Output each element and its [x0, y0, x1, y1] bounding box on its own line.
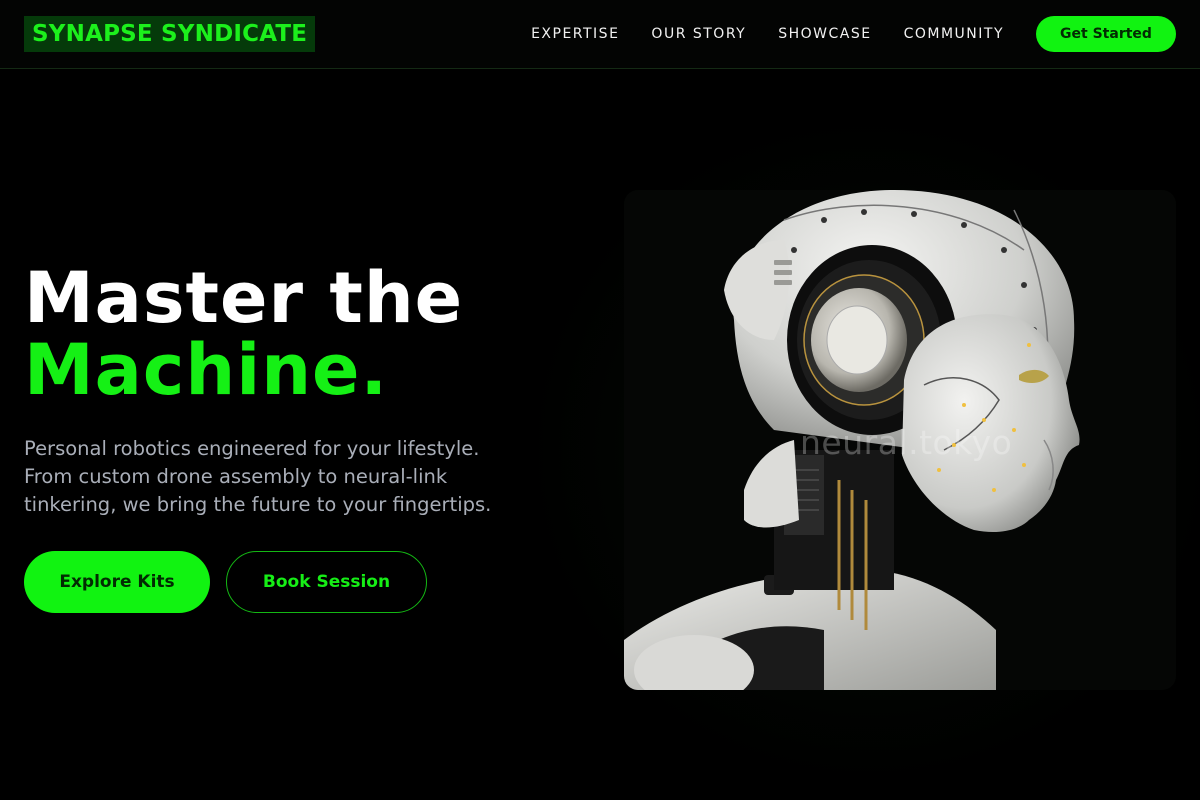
- image-watermark: neural.tokyo: [800, 423, 1013, 462]
- hero-headline: Master the Machine.: [24, 262, 463, 406]
- nav-item-showcase[interactable]: SHOWCASE: [778, 26, 871, 42]
- logo-text: SYNAPSE SYNDICATE: [32, 20, 308, 47]
- nav-item-community[interactable]: COMMUNITY: [904, 26, 1004, 42]
- get-started-button[interactable]: Get Started: [1036, 16, 1176, 52]
- main-nav: EXPERTISE OUR STORY SHOWCASE COMMUNITY: [531, 0, 1004, 68]
- logo[interactable]: SYNAPSE SYNDICATE: [24, 16, 316, 52]
- nav-item-expertise[interactable]: EXPERTISE: [531, 26, 619, 42]
- nav-item-our-story[interactable]: OUR STORY: [651, 26, 746, 42]
- hero-subtext: Personal robotics engineered for your li…: [24, 437, 492, 516]
- headline-line-2: Machine.: [24, 329, 389, 411]
- book-session-button[interactable]: Book Session: [226, 551, 427, 613]
- explore-kits-button[interactable]: Explore Kits: [24, 551, 210, 613]
- headline-line-1: Master the: [24, 257, 464, 339]
- site-header: SYNAPSE SYNDICATE EXPERTISE OUR STORY SH…: [0, 0, 1200, 69]
